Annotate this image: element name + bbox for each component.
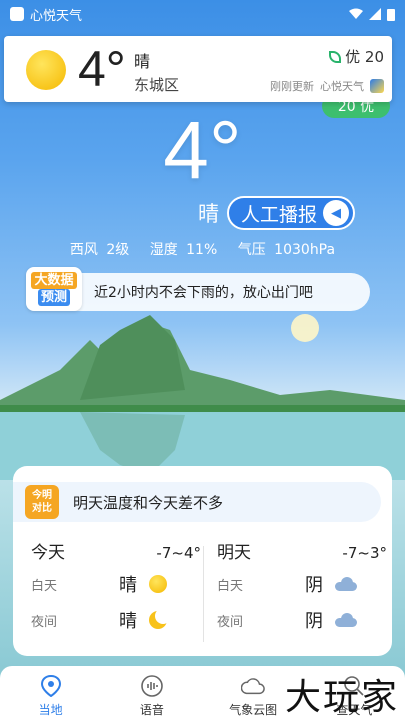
tomorrow-day-condition: 阴 bbox=[305, 575, 323, 596]
nav-local[interactable]: 当地 bbox=[0, 666, 101, 720]
compare-badge-line1: 今明 bbox=[32, 490, 52, 501]
leaf-icon bbox=[329, 50, 342, 63]
nav-local-label: 当地 bbox=[38, 703, 63, 717]
badge-line2: 预测 bbox=[37, 289, 70, 306]
tomorrow-day-label: 白天 bbox=[217, 578, 244, 594]
cloud-icon bbox=[335, 613, 357, 627]
notification-updated: 刚刚更新 bbox=[270, 80, 314, 93]
tomorrow-label: 明天 bbox=[217, 543, 251, 563]
app-icon bbox=[10, 7, 24, 21]
today-tomorrow-card[interactable]: 今明 对比 明天温度和今天差不多 今天 -7~4° 白天 晴 夜间 晴 明天 -… bbox=[13, 466, 392, 656]
condition-row: 晴 人工播报 ◀ bbox=[198, 196, 356, 230]
notification-district: 东城区 bbox=[134, 76, 180, 94]
broadcast-button[interactable]: 人工播报 ◀ bbox=[227, 196, 356, 230]
compare-header: 今明 对比 明天温度和今天差不多 bbox=[13, 482, 381, 522]
tomorrow-night-label: 夜间 bbox=[217, 614, 244, 630]
moon-icon bbox=[149, 608, 171, 629]
tomorrow-range: -7~3° bbox=[342, 544, 387, 562]
compare-badge-line2: 对比 bbox=[32, 503, 52, 514]
compare-headline: 明天温度和今天差不多 bbox=[73, 493, 224, 512]
broadcast-label: 人工播报 bbox=[241, 203, 318, 226]
big-data-badge: 大数据 预测 bbox=[26, 267, 82, 311]
speaker-icon: ◀ bbox=[323, 200, 350, 226]
tomorrow-night-condition: 阴 bbox=[305, 611, 323, 632]
wifi-icon bbox=[349, 8, 363, 19]
status-app-name: 心悦天气 bbox=[30, 8, 83, 24]
tomorrow-column: 明天 -7~3° 白天 阴 夜间 阴 bbox=[217, 538, 387, 638]
compare-badge: 今明 对比 bbox=[25, 485, 59, 519]
current-temperature: 4° bbox=[163, 105, 242, 196]
location-pin-icon bbox=[39, 674, 63, 698]
notification-aqi-text: 优 20 bbox=[345, 48, 384, 66]
rain-prediction-banner[interactable]: 大数据 预测 近2小时内不会下雨的，放心出门吧 bbox=[26, 267, 370, 311]
watermark: 大玩家 bbox=[284, 677, 399, 718]
today-range: -7~4° bbox=[156, 544, 201, 562]
today-day-condition: 晴 bbox=[119, 575, 137, 596]
signal-icon bbox=[369, 8, 381, 20]
notification-temp: 4° bbox=[78, 41, 126, 97]
notification-condition: 晴 bbox=[134, 52, 151, 71]
pressure-info: 气压 1030hPa bbox=[237, 242, 336, 258]
today-night-condition: 晴 bbox=[119, 611, 137, 632]
wind-info: 西风 2级 bbox=[69, 242, 130, 258]
status-indicators bbox=[349, 8, 395, 21]
cloud-icon bbox=[335, 577, 357, 591]
notification-aqi: 优 20 bbox=[329, 46, 384, 67]
badge-line1: 大数据 bbox=[31, 272, 77, 289]
voice-icon bbox=[140, 674, 164, 698]
today-night-label: 夜间 bbox=[31, 614, 58, 630]
current-condition: 晴 bbox=[198, 202, 219, 226]
notification-app-name: 心悦天气 bbox=[320, 80, 364, 93]
weather-details: 西风 2级 湿度 11% 气压 1030hPa bbox=[0, 239, 405, 259]
prediction-text: 近2小时内不会下雨的，放心出门吧 bbox=[94, 285, 313, 301]
nav-voice[interactable]: 语音 bbox=[101, 666, 202, 720]
cloud-map-icon bbox=[241, 674, 265, 698]
today-day-label: 白天 bbox=[31, 578, 58, 594]
karst-mountains-illustration bbox=[0, 314, 405, 480]
nav-cloud-map-label: 气象云图 bbox=[229, 703, 278, 717]
status-bar: 心悦天气 bbox=[0, 0, 405, 28]
weather-notification[interactable]: 4° 晴 东城区 优 20 刚刚更新 心悦天气 bbox=[4, 36, 392, 102]
notification-meta: 刚刚更新 心悦天气 bbox=[270, 78, 384, 94]
humidity-info: 湿度 11% bbox=[149, 242, 218, 258]
app-logo-icon bbox=[370, 79, 384, 93]
column-divider bbox=[203, 546, 204, 642]
today-label: 今天 bbox=[31, 543, 65, 563]
battery-icon bbox=[387, 8, 395, 21]
today-column: 今天 -7~4° 白天 晴 夜间 晴 bbox=[31, 538, 201, 638]
nav-voice-label: 语音 bbox=[139, 703, 164, 717]
sun-icon bbox=[149, 575, 167, 593]
sun-icon bbox=[26, 50, 66, 90]
